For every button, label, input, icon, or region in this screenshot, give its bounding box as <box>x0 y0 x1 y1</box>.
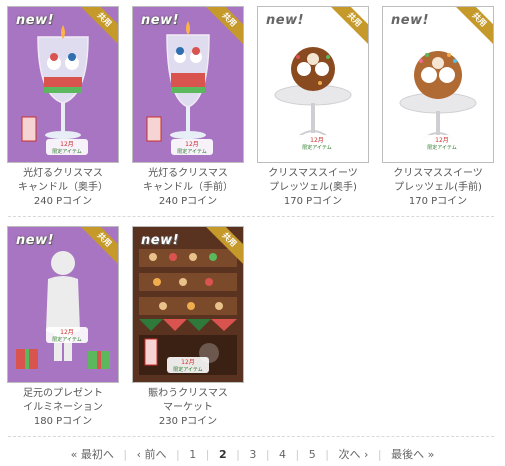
pagination: « 最初へ | ‹ 前へ | 1 | 2 | 3 | 4 | 5 | 次へ › … <box>0 446 505 462</box>
svg-text:限定アイテム: 限定アイテム <box>427 144 457 151</box>
item-thumbnail[interactable]: 12月 限定アイテム new! 共用 <box>257 6 369 163</box>
item-thumbnail[interactable]: 12月 限定アイテム new! 共用 <box>7 6 119 163</box>
svg-text:限定アイテム: 限定アイテム <box>302 144 332 151</box>
item-name-line1: クリスマススイーツ <box>393 168 483 179</box>
item-name-line1: 光灯るクリスマス <box>23 168 103 179</box>
new-badge: new! <box>141 13 180 28</box>
item-row-2: 12月 限定アイテム new! 共用 足元のプレゼント イルミネーション 180… <box>0 220 505 432</box>
item-caption: 賑わうクリスマス マーケット 230 Pコイン <box>132 387 244 429</box>
item-name-line2: マーケット <box>163 402 213 413</box>
pagination-separator: | <box>123 448 128 461</box>
svg-text:12月: 12月 <box>435 137 449 144</box>
pagination-page-5[interactable]: 5 <box>304 448 321 461</box>
candle-glass-illustration: 12月 限定アイテム <box>21 25 89 155</box>
pagination-separator: | <box>325 448 329 461</box>
item-price: 170 Pコイン <box>283 196 343 207</box>
item-card-candle-back[interactable]: 12月 限定アイテム new! 共用 光灯るクリスマス キャンドル（奥手） 24… <box>7 6 119 209</box>
row-divider <box>8 216 494 217</box>
pretzel-table-illustration: 12月 限定アイテム <box>399 51 477 151</box>
item-caption: 足元のプレゼント イルミネーション 180 Pコイン <box>7 387 119 429</box>
pagination-separator: | <box>236 448 240 461</box>
pretzel-table-illustration: 12月 限定アイテム <box>274 47 352 151</box>
new-badge: new! <box>16 233 55 248</box>
pagination-separator: | <box>295 448 300 461</box>
pagination-page-1[interactable]: 1 <box>184 448 201 461</box>
new-badge: new! <box>141 233 180 248</box>
pagination-page-3[interactable]: 3 <box>244 448 261 461</box>
item-name-line2: キャンドル（奥手） <box>18 182 108 193</box>
item-price: 230 Pコイン <box>158 416 218 427</box>
item-name-line2: イルミネーション <box>23 402 103 413</box>
svg-text:12月: 12月 <box>310 137 324 144</box>
item-card-pretzel-back[interactable]: 12月 限定アイテム new! 共用 クリスマススイーツ プレッツェル(奥手) … <box>257 6 369 209</box>
item-caption: 光灯るクリスマス キャンドル（手前） 240 Pコイン <box>132 167 244 209</box>
item-price: 240 Pコイン <box>158 196 218 207</box>
item-name-line1: 賑わうクリスマス <box>148 388 228 399</box>
item-caption: クリスマススイーツ プレッツェル(手前) 170 Pコイン <box>382 167 494 209</box>
item-name-line2: プレッツェル(奥手) <box>269 182 357 193</box>
item-card-present-illumination[interactable]: 12月 限定アイテム new! 共用 足元のプレゼント イルミネーション 180… <box>7 226 119 429</box>
item-name-line1: 足元のプレゼント <box>23 388 103 399</box>
pagination-first-link[interactable]: « 最初へ <box>66 446 119 462</box>
item-price: 170 Pコイン <box>408 196 468 207</box>
item-card-christmas-market[interactable]: 12月 限定アイテム new! 共用 賑わうクリスマス マーケット 230 Pコ… <box>132 226 244 429</box>
pagination-separator: | <box>205 448 210 461</box>
item-caption: 光灯るクリスマス キャンドル（奥手） 240 Pコイン <box>7 167 119 209</box>
pagination-page-2-current: 2 <box>218 448 227 461</box>
christmas-market-illustration: 12月 限定アイテム <box>133 227 243 382</box>
new-badge: new! <box>16 13 55 28</box>
item-name-line1: 光灯るクリスマス <box>148 168 228 179</box>
svg-text:限定アイテム: 限定アイテム <box>177 148 207 155</box>
pagination-separator: | <box>176 448 180 461</box>
svg-text:12月: 12月 <box>185 141 199 148</box>
item-thumbnail[interactable]: 12月 限定アイテム new! 共用 <box>7 226 119 383</box>
svg-text:限定アイテム: 限定アイテム <box>52 148 82 155</box>
item-card-pretzel-front[interactable]: 12月 限定アイテム new! 共用 クリスマススイーツ プレッツェル(手前) … <box>382 6 494 209</box>
item-caption: クリスマススイーツ プレッツェル(奥手) 170 Pコイン <box>257 167 369 209</box>
pagination-next-link[interactable]: 次へ › <box>333 446 373 462</box>
svg-text:12月: 12月 <box>60 141 74 148</box>
pagination-separator: | <box>265 448 270 461</box>
new-badge: new! <box>266 13 305 28</box>
new-badge: new! <box>391 13 430 28</box>
presents-avatar-illustration: 12月 限定アイテム <box>16 251 110 369</box>
pagination-last-link[interactable]: 最後へ » <box>386 446 439 462</box>
pagination-prev-link[interactable]: ‹ 前へ <box>132 446 172 462</box>
item-thumbnail[interactable]: 12月 限定アイテム new! 共用 <box>382 6 494 163</box>
svg-text:12月: 12月 <box>60 329 74 336</box>
item-row-1: 12月 限定アイテム new! 共用 光灯るクリスマス キャンドル（奥手） 24… <box>0 0 505 212</box>
item-price: 180 Pコイン <box>33 416 93 427</box>
item-thumbnail[interactable]: 12月 限定アイテム new! 共用 <box>132 226 244 383</box>
item-name-line1: クリスマススイーツ <box>268 168 358 179</box>
item-card-candle-front[interactable]: 12月 限定アイテム new! 共用 光灯るクリスマス キャンドル（手前） 24… <box>132 6 244 209</box>
row-divider <box>8 436 494 437</box>
pagination-page-4[interactable]: 4 <box>274 448 291 461</box>
item-name-line2: キャンドル（手前） <box>143 182 233 193</box>
item-price: 240 Pコイン <box>33 196 93 207</box>
item-name-line2: プレッツェル(手前) <box>394 182 482 193</box>
pagination-separator: | <box>377 448 382 461</box>
candle-glass-illustration: 12月 限定アイテム <box>146 21 213 155</box>
item-thumbnail[interactable]: 12月 限定アイテム new! 共用 <box>132 6 244 163</box>
svg-text:限定アイテム: 限定アイテム <box>52 336 82 343</box>
svg-text:限定アイテム: 限定アイテム <box>173 366 203 373</box>
svg-text:12月: 12月 <box>181 359 195 366</box>
